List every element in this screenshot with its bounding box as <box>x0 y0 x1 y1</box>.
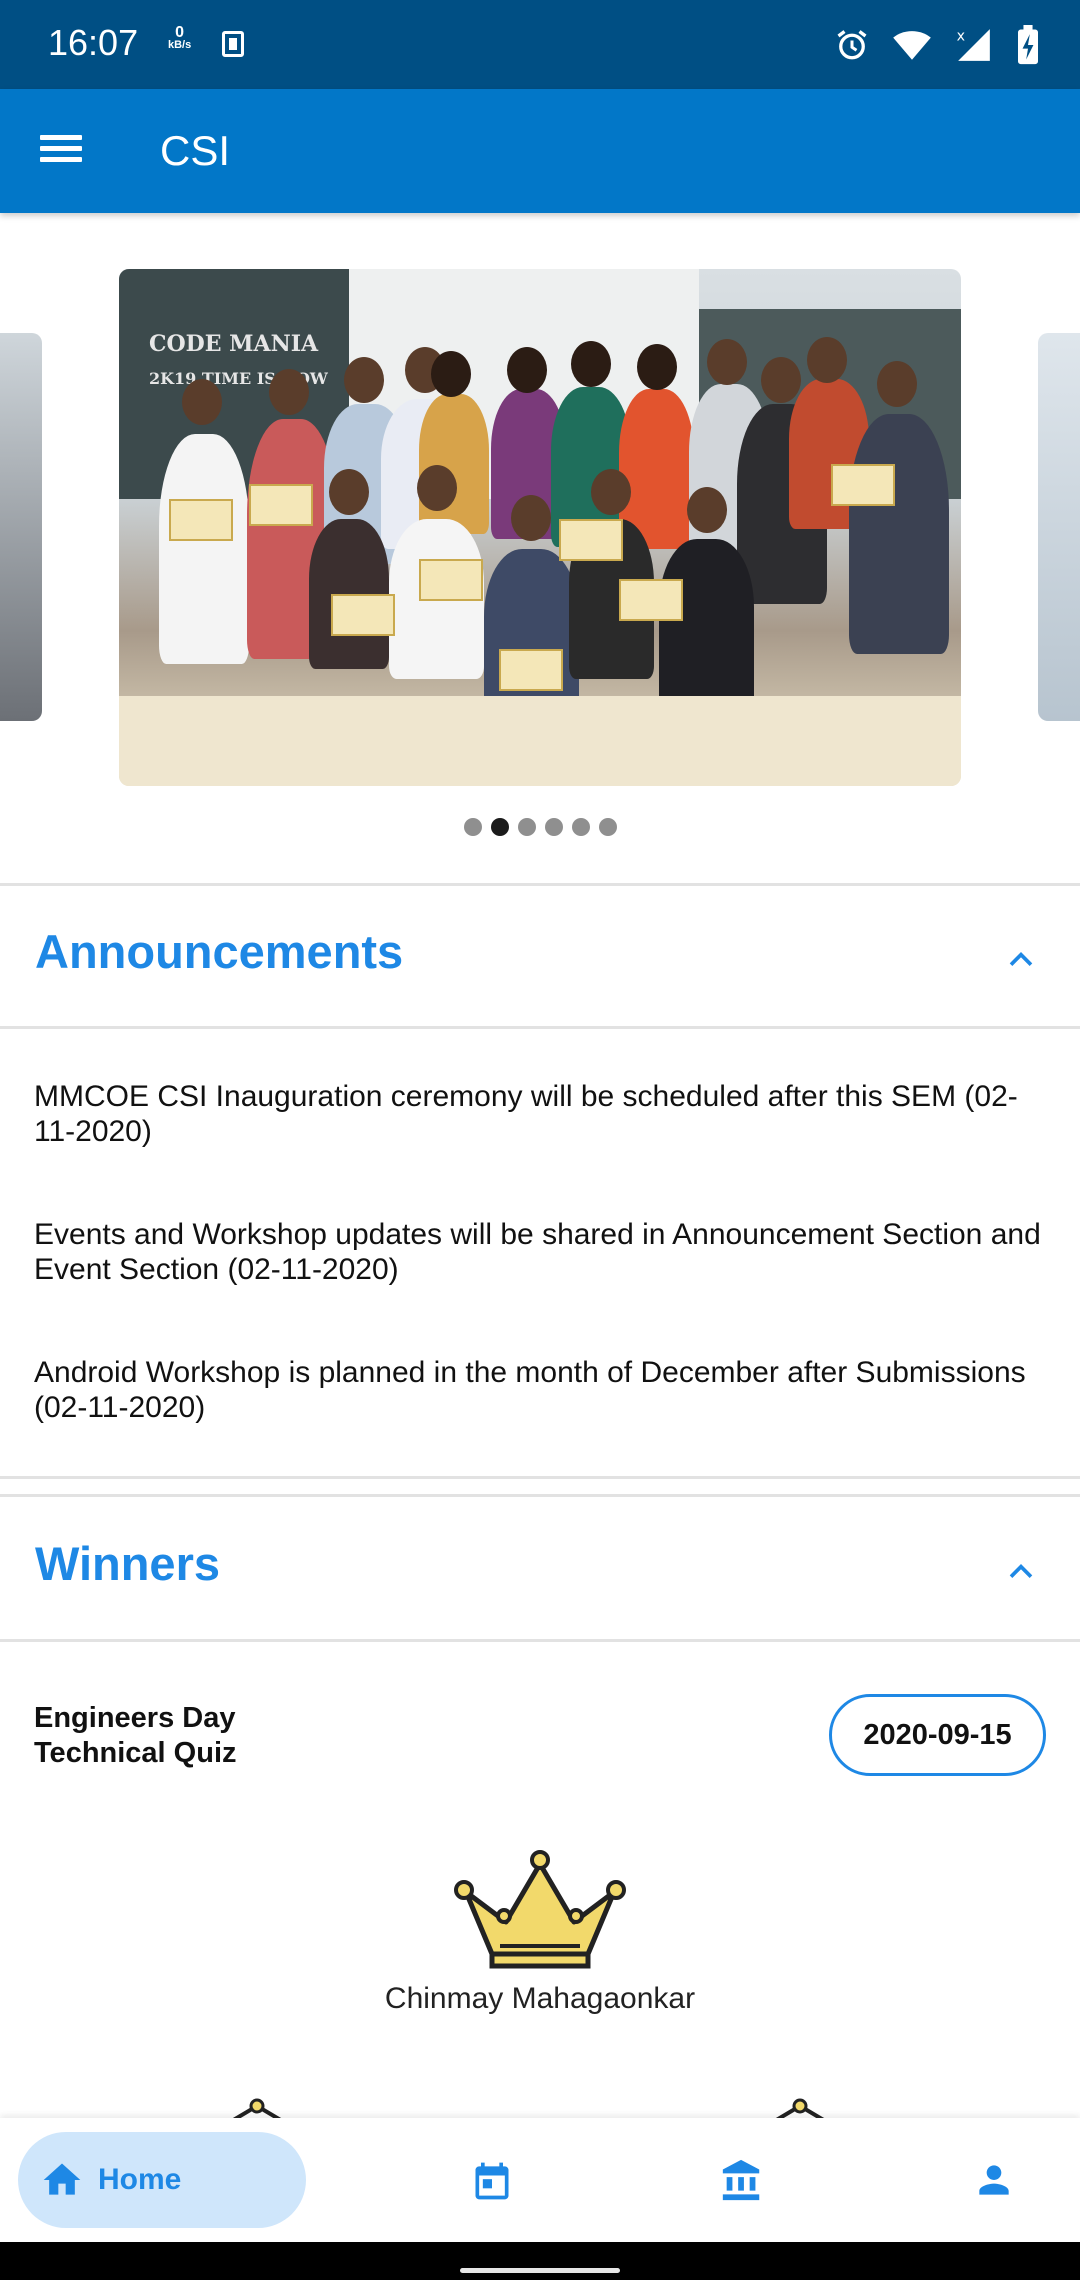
status-bar: 16:07 0 kB/s x <box>0 0 1080 89</box>
slide-board-text: CODE MANIA <box>149 331 319 357</box>
crown-icon <box>454 1850 626 1969</box>
announcements-header[interactable]: Announcements <box>0 886 1080 1026</box>
signal-icon: x <box>957 28 990 61</box>
wifi-icon <box>893 31 931 60</box>
page-title: CSI <box>160 127 231 174</box>
carousel-dot[interactable] <box>544 818 563 836</box>
nav-home-label: Home <box>98 2163 182 2196</box>
status-time: 16:07 <box>48 22 139 63</box>
calendar-icon[interactable] <box>470 2158 514 2204</box>
profile-icon[interactable] <box>972 2158 1016 2202</box>
carousel-dot[interactable] <box>571 818 590 836</box>
carousel-slide-current[interactable]: CODE MANIA 2K19 TIME IS NOW <box>119 269 961 786</box>
divider <box>0 1026 1080 1029</box>
image-carousel[interactable]: CODE MANIA 2K19 TIME IS NOW <box>0 213 1080 883</box>
winners-header[interactable]: Winners <box>0 1498 1080 1638</box>
carousel-dot[interactable] <box>463 818 482 836</box>
menu-icon[interactable] <box>40 129 84 173</box>
home-icon <box>43 2163 81 2195</box>
divider <box>0 1639 1080 1642</box>
winner-event-name: Engineers Day Technical Quiz <box>34 1701 237 1771</box>
battery-charging-icon <box>1018 25 1038 65</box>
chevron-up-icon[interactable] <box>1008 946 1034 972</box>
announcement-item: Events and Workshop updates will be shar… <box>34 1218 1041 1286</box>
carousel-dot[interactable] <box>517 818 536 836</box>
winners-title: Winners <box>35 1537 220 1590</box>
divider <box>0 1494 1080 1497</box>
announcements-title: Announcements <box>35 925 404 978</box>
winner-date-chip[interactable]: 2020-09-15 <box>829 1694 1046 1776</box>
announcement-item: Android Workshop is planned in the month… <box>34 1356 1026 1424</box>
nav-home-button[interactable]: Home <box>18 2132 306 2228</box>
chevron-up-icon[interactable] <box>1008 1558 1034 1584</box>
bottom-navigation: Home <box>0 2118 1080 2242</box>
announcement-item: MMCOE CSI Inauguration ceremony will be … <box>34 1080 1018 1148</box>
network-speed: 0 kB/s <box>168 24 192 52</box>
winner-event-line2: Technical Quiz <box>34 1737 237 1769</box>
app-bar: CSI <box>0 89 1080 213</box>
alarm-icon <box>837 30 867 60</box>
winner-event-line1: Engineers Day <box>34 1702 236 1734</box>
carousel-dot-active[interactable] <box>490 818 509 836</box>
network-speed-unit: kB/s <box>168 39 192 51</box>
carousel-slide-next[interactable] <box>1038 333 1080 721</box>
gesture-navigation-bar <box>0 2242 1080 2280</box>
status-icons: x <box>834 24 1040 66</box>
carousel-indicator <box>0 818 1080 836</box>
institution-icon[interactable] <box>718 2158 766 2204</box>
sim-card-icon <box>222 31 244 57</box>
divider <box>0 1476 1080 1479</box>
gesture-handle[interactable] <box>460 2268 620 2273</box>
network-speed-value: 0 <box>175 24 185 41</box>
carousel-slide-previous[interactable] <box>0 333 42 721</box>
first-place-winner: Chinmay Mahagaonkar <box>384 1982 696 2015</box>
svg-text:x: x <box>957 28 965 44</box>
carousel-dot[interactable] <box>598 818 617 836</box>
